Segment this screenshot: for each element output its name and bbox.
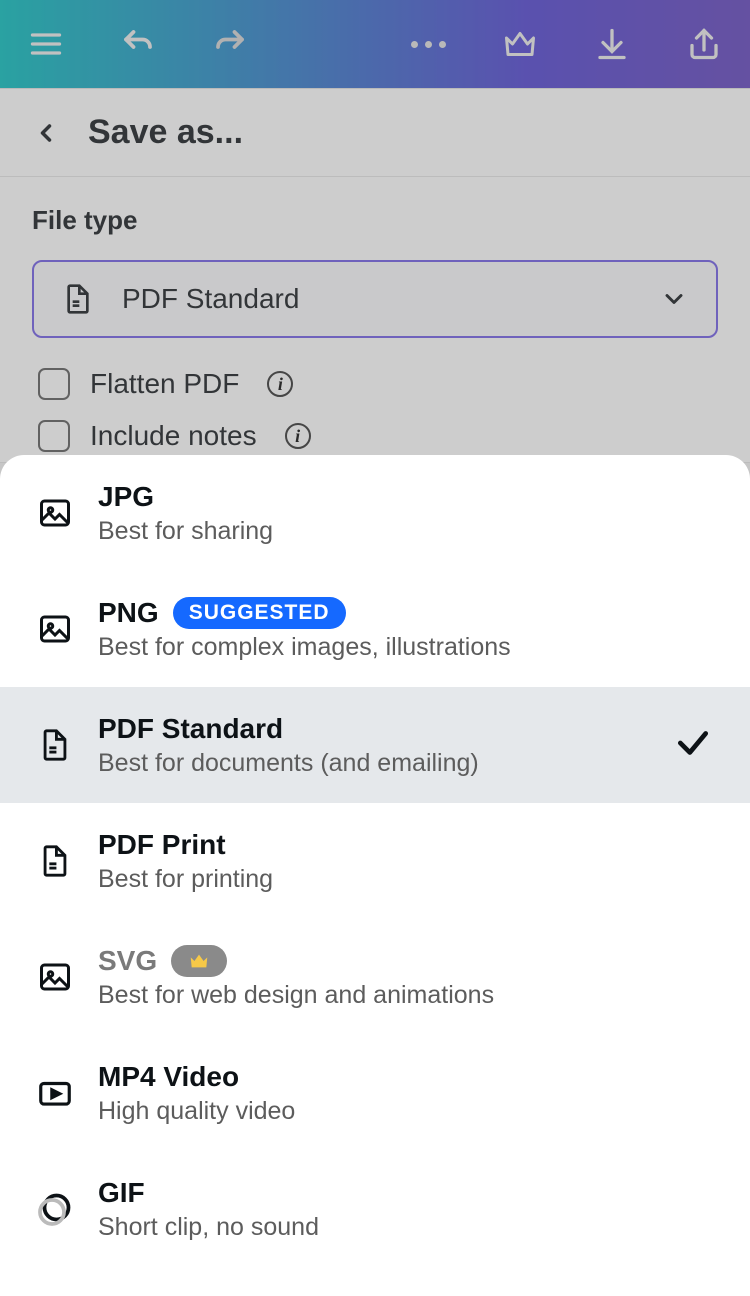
option-pdf-standard[interactable]: PDF Standard Best for documents (and ema… [0,687,750,803]
option-desc: Best for printing [98,865,714,894]
option-desc: Best for web design and animations [98,981,714,1010]
option-title: PNG [98,597,159,629]
download-icon[interactable] [594,26,630,62]
option-desc: Best for documents (and emailing) [98,749,650,778]
file-type-select[interactable]: PDF Standard [32,260,718,338]
option-jpg[interactable]: JPG Best for sharing [0,455,750,571]
selected-file-type: PDF Standard [122,283,632,315]
back-icon[interactable] [32,119,60,147]
menu-icon[interactable] [28,26,64,62]
option-title: SVG [98,945,157,977]
flatten-pdf-checkbox[interactable] [38,368,70,400]
option-png[interactable]: PNG SUGGESTED Best for complex images, i… [0,571,750,687]
more-icon[interactable] [411,41,446,48]
image-icon [36,959,74,995]
premium-badge [171,945,227,977]
image-icon [36,611,74,647]
share-icon[interactable] [686,26,722,62]
option-svg[interactable]: SVG Best for web design and animations [0,919,750,1035]
image-icon [36,495,74,531]
suggested-badge: SUGGESTED [173,597,346,629]
crown-icon[interactable] [502,26,538,62]
option-mp4[interactable]: MP4 Video High quality video [0,1035,750,1151]
check-icon [674,724,714,767]
option-title: PDF Standard [98,713,283,745]
info-icon[interactable]: i [267,371,293,397]
option-desc: Best for sharing [98,517,714,546]
flatten-pdf-label: Flatten PDF [90,368,239,400]
redo-icon[interactable] [212,26,248,62]
option-title: JPG [98,481,154,513]
include-notes-label: Include notes [90,420,257,452]
option-gif[interactable]: GIF Short clip, no sound [0,1151,750,1267]
include-notes-checkbox[interactable] [38,420,70,452]
document-icon [36,844,74,878]
option-desc: Short clip, no sound [98,1213,714,1242]
save-as-panel: Save as... File type PDF Standard Flatte… [0,88,750,463]
option-title: MP4 Video [98,1061,239,1093]
video-icon [36,1074,74,1112]
file-type-label: File type [32,205,718,236]
file-type-sheet: JPG Best for sharing PNG SUGGESTED Best … [0,455,750,1296]
panel-title: Save as... [88,113,243,152]
chevron-down-icon [660,285,688,313]
top-toolbar [0,0,750,88]
undo-icon[interactable] [120,26,156,62]
info-icon[interactable]: i [285,423,311,449]
option-pdf-print[interactable]: PDF Print Best for printing [0,803,750,919]
flatten-pdf-row[interactable]: Flatten PDF i [32,358,718,410]
document-icon [36,728,74,762]
option-title: PDF Print [98,829,226,861]
option-desc: High quality video [98,1097,714,1126]
gif-icon [36,1191,74,1227]
option-desc: Best for complex images, illustrations [98,633,714,662]
option-title: GIF [98,1177,145,1209]
